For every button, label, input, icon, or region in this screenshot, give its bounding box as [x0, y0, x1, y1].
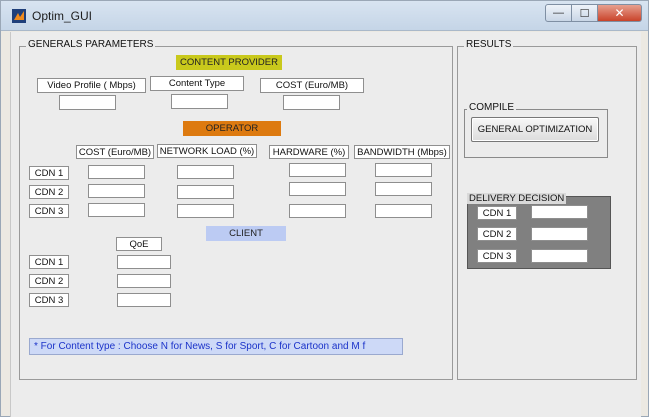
matlab-icon: [12, 9, 26, 23]
operator-cdn2-bandwidth-input[interactable]: [375, 182, 432, 196]
operator-cdn2-cost-input[interactable]: [88, 184, 145, 198]
client-row-label-cdn3: CDN 3: [29, 293, 69, 307]
maximize-icon: ☐: [579, 7, 590, 20]
operator-cdn1-network-load-input[interactable]: [177, 165, 234, 179]
operator-row-label-cdn3: CDN 3: [29, 204, 69, 218]
operator-cdn3-bandwidth-input[interactable]: [375, 204, 432, 218]
operator-cdn3-cost-input[interactable]: [88, 203, 145, 217]
general-optimization-button[interactable]: GENERAL OPTIMIZATION: [471, 117, 599, 142]
operator-cdn1-cost-input[interactable]: [88, 165, 145, 179]
client-cdn2-qoe-input[interactable]: [117, 274, 171, 288]
compile-title: COMPILE: [467, 102, 517, 113]
generals-parameters-title: GENERALS PARAMETERS: [26, 39, 156, 50]
delivery-row-label-cdn1: CDN 1: [477, 206, 517, 220]
operator-col-hardware: HARDWARE (%): [269, 145, 349, 159]
operator-row-label-cdn2: CDN 2: [29, 185, 69, 199]
operator-row-label-cdn1: CDN 1: [29, 166, 69, 180]
delivery-decision-title: DELIVERY DECISION: [467, 193, 567, 204]
content-provider-header: CONTENT PROVIDER: [176, 55, 282, 70]
results-panel: RESULTS COMPILE GENERAL OPTIMIZATION DEL…: [457, 39, 637, 380]
close-icon: ✕: [614, 6, 625, 20]
results-title: RESULTS: [464, 39, 514, 50]
client-cdn1-qoe-input[interactable]: [117, 255, 171, 269]
delivery-cdn3-output: [531, 249, 588, 263]
operator-cdn2-network-load-input[interactable]: [177, 185, 234, 199]
compile-group: COMPILE GENERAL OPTIMIZATION: [464, 102, 608, 158]
operator-cdn3-network-load-input[interactable]: [177, 204, 234, 218]
window-controls: — ☐ ✕: [545, 4, 642, 22]
delivery-cdn1-output: [531, 205, 588, 219]
client-row-label-cdn1: CDN 1: [29, 255, 69, 269]
minimize-button[interactable]: —: [545, 4, 572, 22]
maximize-button[interactable]: ☐: [572, 4, 598, 22]
operator-cdn3-hardware-input[interactable]: [289, 204, 346, 218]
app-window: Optim_GUI — ☐ ✕ GENERALS PARAMETERS CONT…: [0, 0, 649, 417]
delivery-cdn2-output: [531, 227, 588, 241]
operator-col-network-load: NETWORK LOAD (%): [157, 144, 257, 158]
delivery-row-label-cdn2: CDN 2: [477, 227, 517, 241]
generals-parameters-panel: GENERALS PARAMETERS CONTENT PROVIDER Vid…: [19, 39, 453, 380]
content-type-input[interactable]: [171, 94, 228, 109]
operator-cdn1-bandwidth-input[interactable]: [375, 163, 432, 177]
figure-client-area: GENERALS PARAMETERS CONTENT PROVIDER Vid…: [10, 32, 641, 417]
operator-header: OPERATOR: [183, 121, 281, 136]
operator-col-cost: COST (Euro/MB): [76, 145, 154, 159]
window-title: Optim_GUI: [32, 9, 93, 23]
title-bar[interactable]: Optim_GUI — ☐ ✕: [1, 1, 648, 31]
close-button[interactable]: ✕: [598, 4, 642, 22]
operator-cdn2-hardware-input[interactable]: [289, 182, 346, 196]
client-col-qoe: QoE: [116, 237, 162, 251]
video-profile-input[interactable]: [59, 95, 116, 110]
video-profile-label: Video Profile ( Mbps): [37, 78, 146, 93]
delivery-row-label-cdn3: CDN 3: [477, 249, 517, 263]
operator-cdn1-hardware-input[interactable]: [289, 163, 346, 177]
cost-label: COST (Euro/MB): [260, 78, 364, 93]
operator-col-bandwidth: BANDWIDTH (Mbps): [354, 145, 450, 159]
content-type-label: Content Type: [150, 76, 244, 91]
client-header: CLIENT: [206, 226, 286, 241]
content-type-note: * For Content type : Choose N for News, …: [29, 338, 403, 355]
cost-input[interactable]: [283, 95, 340, 110]
delivery-decision-panel: DELIVERY DECISION CDN 1 CDN 2 CDN 3: [467, 193, 611, 269]
minimize-icon: —: [553, 7, 564, 19]
client-row-label-cdn2: CDN 2: [29, 274, 69, 288]
client-cdn3-qoe-input[interactable]: [117, 293, 171, 307]
